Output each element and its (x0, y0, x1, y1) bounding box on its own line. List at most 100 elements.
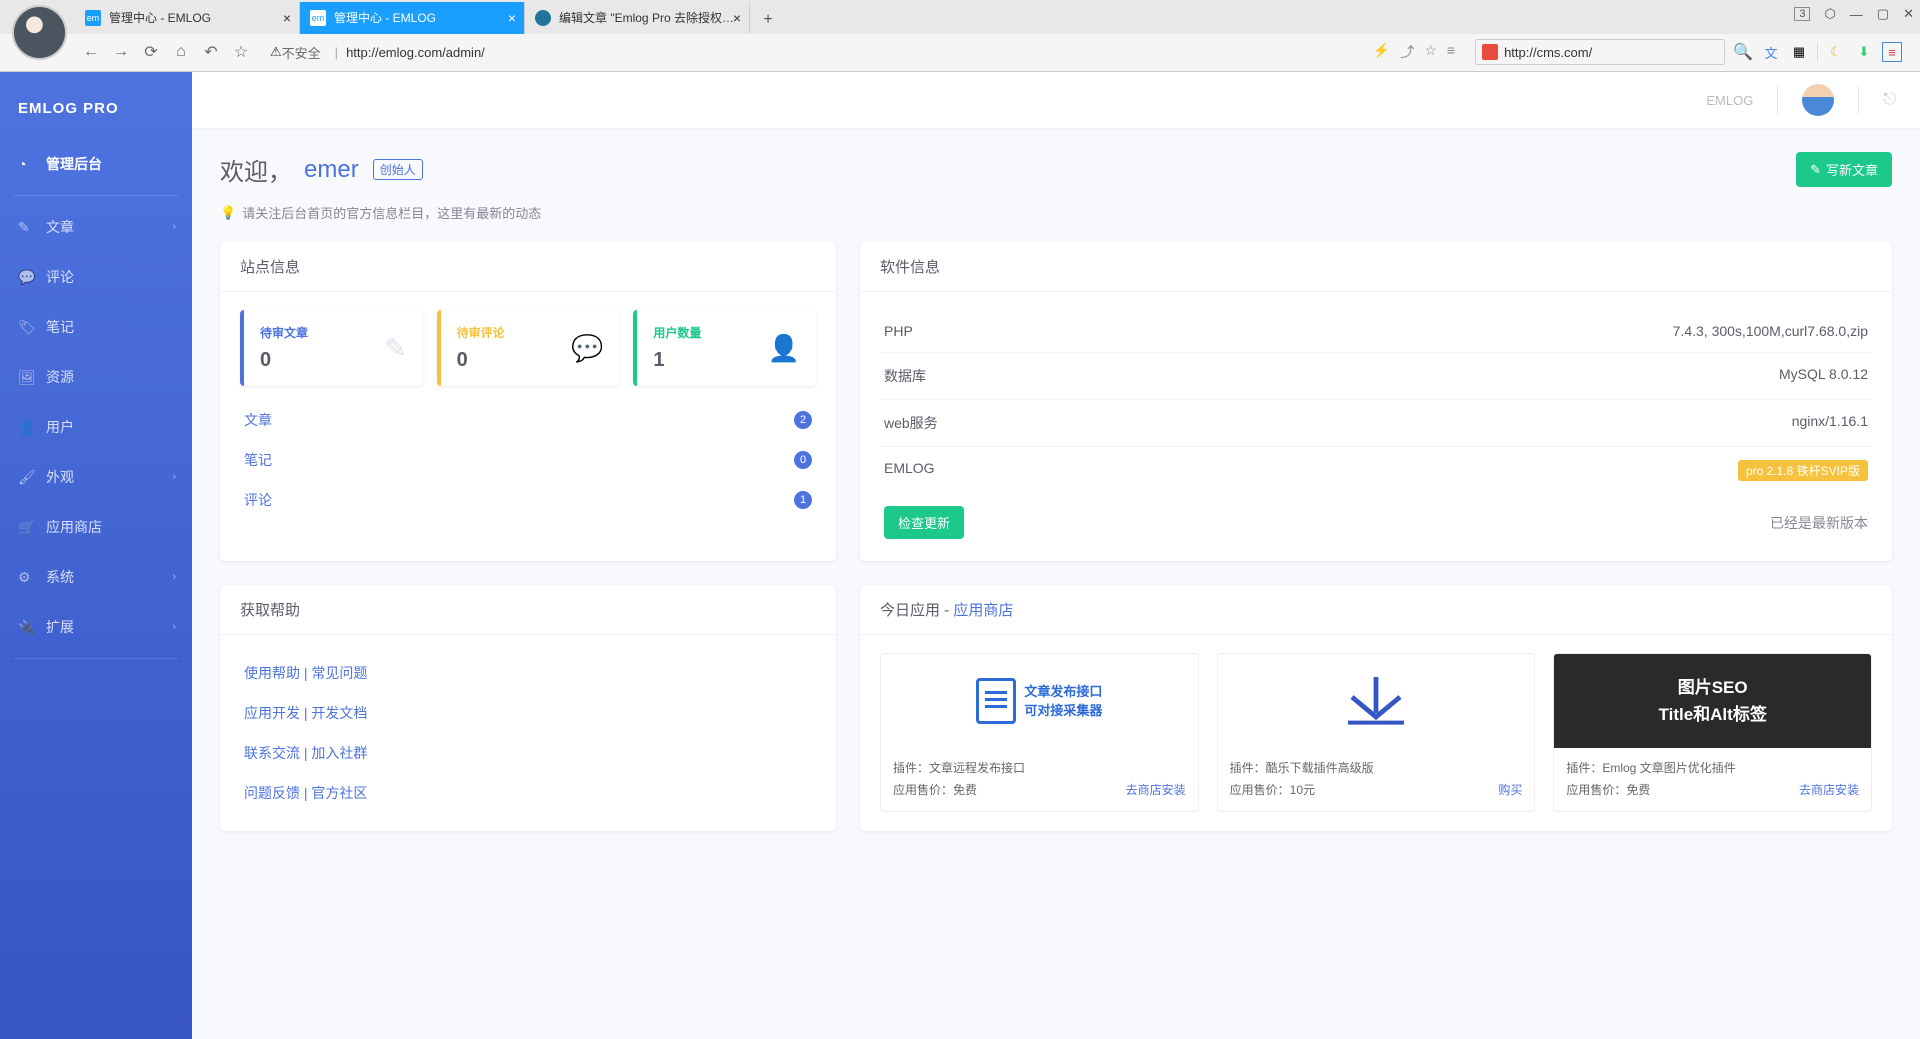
back-icon[interactable]: ← (82, 43, 100, 61)
info-row: web服务nginx/1.16.1 (880, 399, 1872, 446)
count-badge: 1 (794, 491, 812, 509)
brand-logo[interactable]: EMLOG PRO (0, 76, 192, 139)
search-icon[interactable]: 🔍 (1733, 42, 1753, 62)
url-bar[interactable]: ⚠ 不安全 | http://emlog.com/admin/ (262, 38, 1353, 66)
install-link[interactable]: 去商店安装 (1126, 780, 1186, 802)
stat-pending-comments[interactable]: 待审评论0💬 (437, 310, 620, 386)
more-icon[interactable]: ≡ (1447, 42, 1455, 62)
download-arrow-icon (1336, 671, 1416, 731)
check-update-button[interactable]: 检查更新 (884, 506, 964, 539)
close-icon[interactable]: × (283, 10, 291, 26)
window-controls: 3 ⬡ ― ▢ ✕ (1794, 6, 1914, 22)
install-link[interactable]: 去商店安装 (1799, 780, 1859, 802)
version-badge: pro 2.1.8 铁杆SVIP版 (1738, 460, 1868, 481)
url-text: http://emlog.com/admin/ (346, 45, 485, 60)
moon-icon[interactable]: ☾ (1826, 42, 1846, 62)
help-link[interactable]: 联系交流 | 加入社群 (240, 733, 816, 773)
count-badge: 0 (794, 451, 812, 469)
app-price: 应用售价：免费 (1566, 783, 1650, 797)
extension-url-bar[interactable]: http://cms.com/ (1475, 39, 1725, 65)
flash-icon[interactable]: ⚡ (1373, 42, 1390, 62)
bookmark-icon[interactable]: ☆ (1424, 42, 1437, 62)
count-badge: 2 (794, 411, 812, 429)
buy-link[interactable]: 购买 (1498, 780, 1522, 802)
app-name: 插件：酷乐下载插件高级版 (1230, 758, 1523, 780)
sidebar-item-appearance[interactable]: 🖌外观› (0, 452, 192, 502)
app-card[interactable]: 插件：酷乐下载插件高级版应用售价：10元 购买 (1217, 653, 1536, 812)
translate-icon[interactable]: 文 (1761, 42, 1781, 62)
bulb-icon: 💡 (220, 205, 236, 221)
comments-link[interactable]: 评论 (244, 490, 272, 510)
chevron-right-icon: › (172, 621, 176, 633)
sidebar-item-label: 笔记 (46, 317, 74, 337)
star-icon[interactable]: ☆ (232, 42, 250, 62)
avatar[interactable] (1802, 84, 1834, 116)
brush-icon: 🖌 (18, 469, 36, 486)
browser-tab[interactable]: em管理中心 - EMLOG× (300, 2, 525, 34)
sidebar-item-store[interactable]: 🛒应用商店 (0, 502, 192, 552)
app-price: 应用售价：10元 (1230, 783, 1315, 797)
main: EMLOG ⎋ 欢迎， emer 创始人 ✎写新文章 💡请关注后台首页的官方信息… (192, 72, 1920, 1039)
app-store-link[interactable]: 应用商店 (953, 602, 1013, 619)
sidebar-item-label: 文章 (46, 217, 74, 237)
stat-users[interactable]: 用户数量1👤 (633, 310, 816, 386)
chevron-right-icon: › (172, 571, 176, 583)
topbar-user[interactable]: EMLOG (1706, 93, 1753, 108)
help-link[interactable]: 问题反馈 | 官方社区 (240, 773, 816, 813)
close-icon[interactable]: × (508, 10, 516, 26)
new-tab-button[interactable]: + (754, 6, 782, 34)
sidebar-item-extensions[interactable]: 🔌扩展› (0, 602, 192, 652)
sidebar-item-comments[interactable]: 💬评论 (0, 252, 192, 302)
profile-avatar[interactable] (12, 5, 67, 60)
stat-pending-articles[interactable]: 待审文章0✎ (240, 310, 423, 386)
undo-icon[interactable]: ↶ (202, 42, 220, 62)
ext-url-text: http://cms.com/ (1504, 45, 1592, 60)
ext-icon[interactable]: ⬡ (1824, 6, 1835, 22)
topbar: EMLOG ⎋ (192, 72, 1920, 128)
sidebar-item-label: 资源 (46, 367, 74, 387)
browser-tab[interactable]: 编辑文章 "Emlog Pro 去除授权…× (525, 2, 750, 34)
home-icon[interactable]: ⌂ (172, 43, 190, 61)
sidebar-item-articles[interactable]: ✎文章› (0, 202, 192, 252)
pencil-icon: ✎ (385, 333, 407, 364)
app-card[interactable]: 图片SEOTitle和Alt标签 插件：Emlog 文章图片优化插件应用售价：免… (1553, 653, 1872, 812)
maximize-icon[interactable]: ▢ (1877, 6, 1889, 22)
browser-tab[interactable]: em管理中心 - EMLOG× (75, 2, 300, 34)
download-icon[interactable]: ⬇ (1854, 42, 1874, 62)
grid-icon[interactable]: ▦ (1789, 42, 1809, 62)
minimize-icon[interactable]: ― (1850, 7, 1863, 22)
sidebar-item-dashboard[interactable]: ◔管理后台 (0, 139, 192, 189)
update-status: 已经是最新版本 (1770, 513, 1868, 533)
sidebar: EMLOG PRO ◔管理后台 ✎文章› 💬评论 🏷笔记 🖼资源 👤用户 🖌外观… (0, 72, 192, 1039)
gear-icon: ⚙ (18, 569, 36, 586)
help-link[interactable]: 使用帮助 | 常见问题 (240, 653, 816, 693)
app-thumb (1218, 654, 1535, 748)
chevron-right-icon: › (172, 221, 176, 233)
close-window-icon[interactable]: ✕ (1903, 6, 1914, 22)
sidebar-item-notes[interactable]: 🏷笔记 (0, 302, 192, 352)
browser-chrome: em管理中心 - EMLOG× em管理中心 - EMLOG× 编辑文章 "Em… (0, 0, 1920, 72)
app-price: 应用售价：免费 (893, 783, 977, 797)
logout-icon[interactable]: ⎋ (1883, 91, 1896, 109)
info-row: PHP7.4.3, 300s,100M,curl7.68.0,zip (880, 310, 1872, 352)
app-card[interactable]: 文章发布接口可对接采集器 插件：文章远程发布接口应用售价：免费去商店安装 (880, 653, 1199, 812)
app-name: 插件：文章远程发布接口 (893, 758, 1186, 780)
menu-icon[interactable]: ≡ (1882, 42, 1902, 62)
reload-icon[interactable]: ⟳ (142, 42, 160, 62)
sidebar-item-system[interactable]: ⚙系统› (0, 552, 192, 602)
favicon-icon: em (310, 10, 326, 26)
notes-link[interactable]: 笔记 (244, 450, 272, 470)
tab-count-badge[interactable]: 3 (1794, 7, 1810, 21)
role-badge: 创始人 (373, 159, 423, 180)
help-link[interactable]: 应用开发 | 开发文档 (240, 693, 816, 733)
forward-icon[interactable]: → (112, 43, 130, 61)
share-icon[interactable]: ⤴ (1400, 42, 1414, 62)
articles-link[interactable]: 文章 (244, 410, 272, 430)
sidebar-item-resources[interactable]: 🖼资源 (0, 352, 192, 402)
nav-bar: ← → ⟳ ⌂ ↶ ☆ ⚠ 不安全 | http://emlog.com/adm… (0, 34, 1920, 71)
content: 欢迎， emer 创始人 ✎写新文章 💡请关注后台首页的官方信息栏目，这里有最新… (192, 128, 1920, 1039)
new-article-button[interactable]: ✎写新文章 (1796, 152, 1892, 187)
close-icon[interactable]: × (733, 10, 741, 26)
sidebar-item-users[interactable]: 👤用户 (0, 402, 192, 452)
welcome-username[interactable]: emer (304, 156, 359, 184)
